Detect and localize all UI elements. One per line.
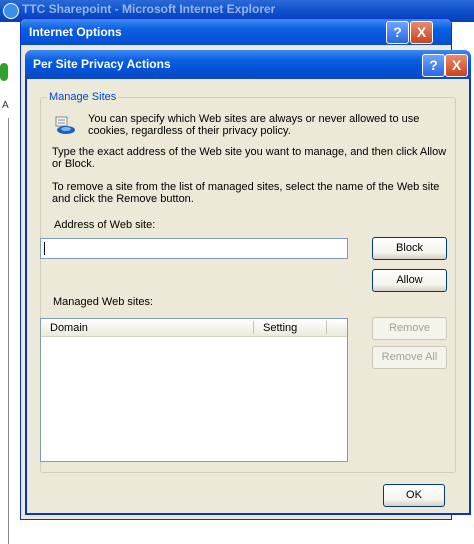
- remove-button[interactable]: Remove: [372, 317, 447, 340]
- cookie-globe-icon: [55, 116, 75, 134]
- address-input[interactable]: [40, 238, 348, 259]
- column-separator: [253, 321, 254, 334]
- internet-options-close-button[interactable]: X: [410, 21, 433, 44]
- per-site-privacy-dialog: Per Site Privacy Actions ? X Manage Site…: [25, 50, 471, 515]
- page-border: [8, 118, 9, 544]
- dialog-title: Per Site Privacy Actions: [33, 57, 171, 71]
- manage-sites-legend: Manage Sites: [47, 91, 119, 103]
- dialog-titlebar[interactable]: Per Site Privacy Actions ? X: [25, 50, 471, 79]
- ie-icon: [3, 3, 19, 19]
- remove-instruction-line-1: To remove a site from the list of manage…: [52, 181, 440, 193]
- list-header: Domain Setting: [41, 319, 347, 337]
- remove-instruction-line-2: and click the Remove button.: [52, 193, 194, 205]
- column-separator: [326, 321, 327, 334]
- ie-window-title: TTC Sharepoint - Microsoft Internet Expl…: [22, 2, 276, 16]
- internet-options-titlebar[interactable]: Internet Options ? X: [21, 19, 451, 45]
- column-domain[interactable]: Domain: [50, 322, 88, 334]
- back-button[interactable]: [0, 63, 8, 81]
- ok-button[interactable]: OK: [383, 484, 445, 507]
- help-button[interactable]: ?: [422, 54, 445, 77]
- allow-button[interactable]: Allow: [372, 269, 447, 292]
- close-button[interactable]: X: [445, 54, 468, 77]
- column-setting[interactable]: Setting: [263, 322, 297, 334]
- intro-line-2: cookies, regardless of their privacy pol…: [88, 125, 291, 137]
- managed-sites-label: Managed Web sites:: [53, 296, 154, 308]
- internet-options-help-button[interactable]: ?: [386, 21, 409, 44]
- address-bar-label: A: [2, 100, 9, 111]
- block-button[interactable]: Block: [372, 237, 447, 260]
- remove-all-button[interactable]: Remove All: [372, 346, 447, 369]
- address-label: Address of Web site:: [54, 219, 156, 231]
- managed-sites-list[interactable]: Domain Setting: [40, 318, 348, 462]
- internet-options-title: Internet Options: [29, 25, 122, 39]
- instruction-line-1: Type the exact address of the Web site y…: [52, 146, 447, 158]
- text-caret: [44, 242, 45, 255]
- instruction-line-2: or Block.: [52, 158, 95, 170]
- intro-line-1: You can specify which Web sites are alwa…: [88, 113, 420, 125]
